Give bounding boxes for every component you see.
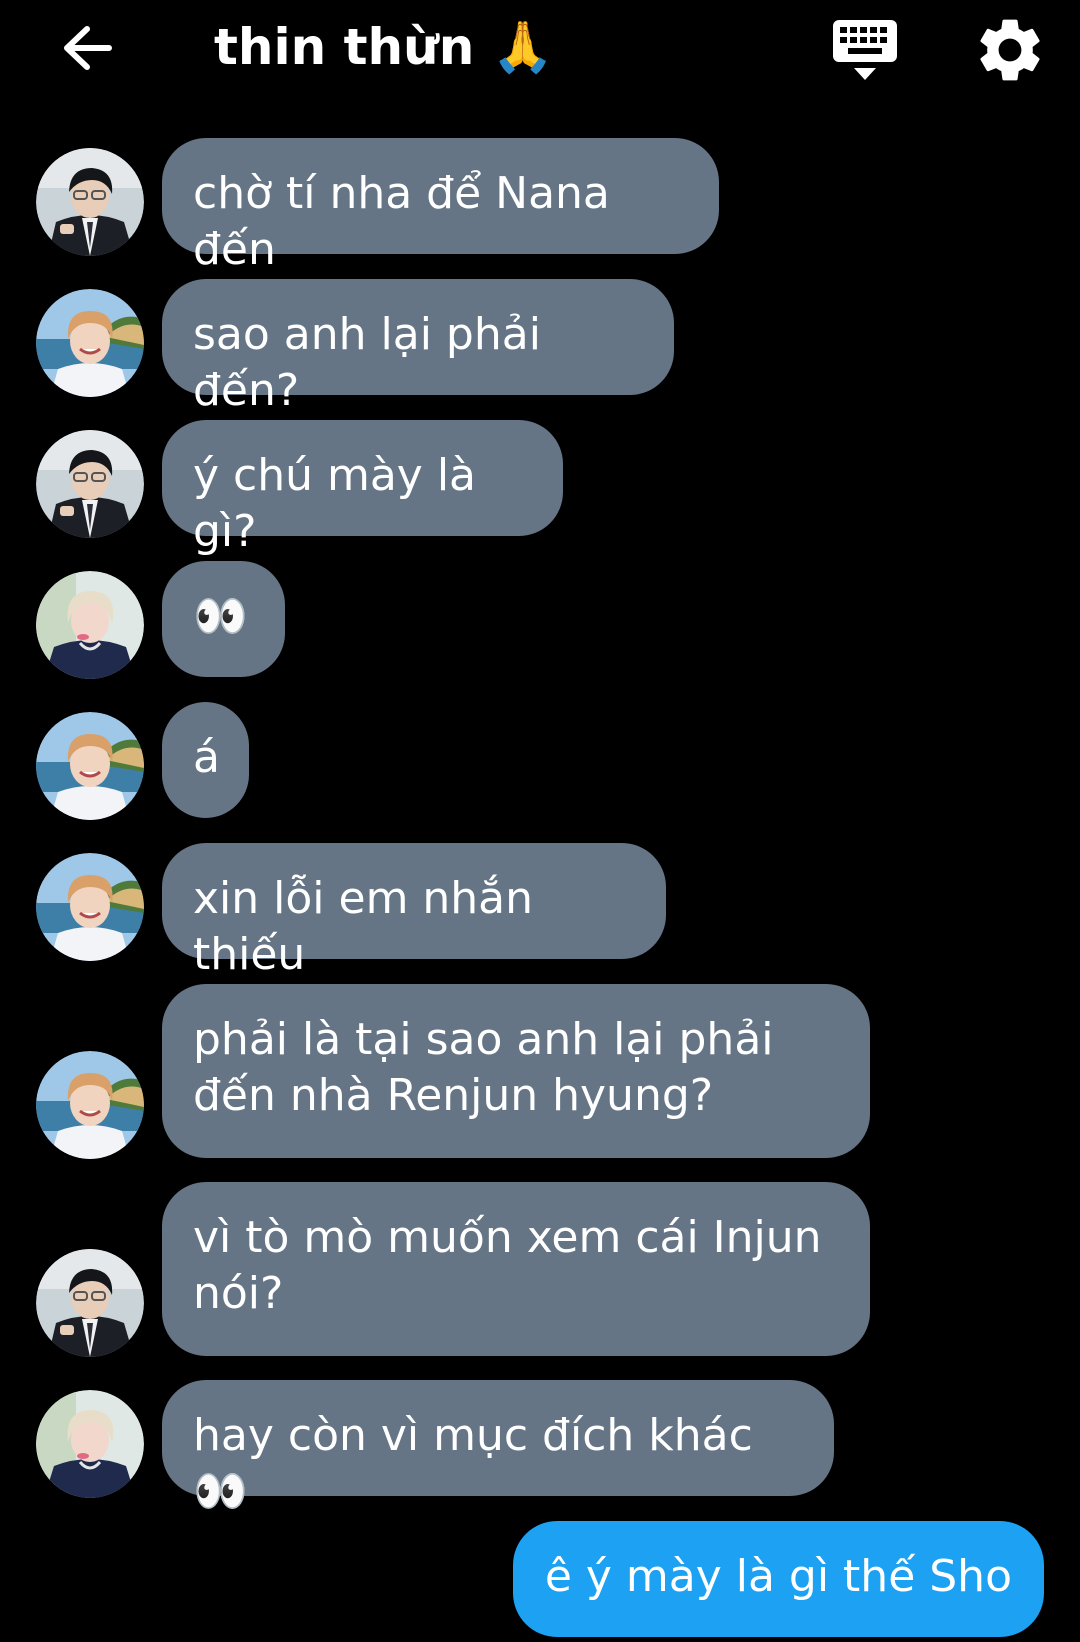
message-bubble[interactable]: hay còn vì mục đích khác 👀 [162, 1380, 834, 1517]
avatar[interactable] [36, 430, 144, 538]
message-bubble[interactable]: phải là tại sao anh lại phải đến nhà Ren… [162, 984, 870, 1158]
message-list[interactable]: chờ tí nha để Nana đến sao anh lại phải … [0, 0, 1080, 1642]
message-bubble[interactable]: chờ tí nha để Nana đến [162, 138, 719, 275]
message-bubble[interactable]: ý chú mày là gì? [162, 420, 563, 557]
message-bubble[interactable]: xin lỗi em nhắn thiếu [162, 843, 666, 980]
avatar[interactable] [36, 148, 144, 256]
message-bubble[interactable]: á [162, 702, 249, 818]
avatar[interactable] [36, 571, 144, 679]
outgoing-message-bubble[interactable]: ê ý mày là gì thế Sho [512, 1521, 1044, 1637]
avatar[interactable] [36, 712, 144, 820]
avatar[interactable] [36, 1051, 144, 1159]
avatar[interactable] [36, 1249, 144, 1357]
message-bubble[interactable]: sao anh lại phải đến? [162, 279, 674, 416]
avatar[interactable] [36, 853, 144, 961]
message-bubble[interactable]: vì tò mò muốn xem cái Injun nói? [162, 1182, 870, 1356]
message-bubble[interactable]: 👀 [162, 561, 285, 677]
avatar[interactable] [36, 1390, 144, 1498]
avatar[interactable] [36, 289, 144, 397]
